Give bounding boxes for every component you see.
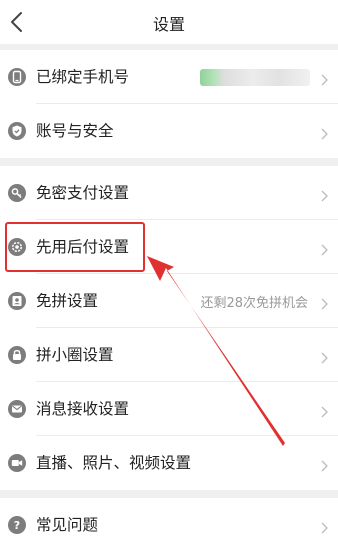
chevron-right-icon bbox=[321, 457, 328, 472]
free-group-row[interactable]: 免拼设置 还剩28次免拼机会 bbox=[0, 274, 338, 328]
message-receive-row[interactable]: 消息接收设置 bbox=[0, 382, 338, 436]
lock-icon bbox=[8, 346, 26, 364]
phone-icon bbox=[8, 68, 26, 86]
password-free-pay-row[interactable]: 免密支付设置 bbox=[0, 166, 338, 220]
bound-phone-label: 已绑定手机号 bbox=[36, 68, 130, 86]
masked-phone-number bbox=[200, 69, 310, 86]
faq-label: 常见问题 bbox=[36, 516, 99, 534]
page-title: 设置 bbox=[152, 15, 185, 34]
chevron-right-icon bbox=[321, 241, 328, 256]
small-circle-label: 拼小圈设置 bbox=[36, 346, 114, 364]
password-free-pay-label: 免密支付设置 bbox=[36, 184, 130, 202]
chevron-right-icon bbox=[321, 71, 328, 86]
key-icon bbox=[8, 184, 26, 202]
free-group-label: 免拼设置 bbox=[36, 292, 99, 310]
shield-icon bbox=[8, 122, 26, 140]
chevron-right-icon bbox=[321, 295, 328, 310]
free-group-remaining-text: 还剩28次免拼机会 bbox=[200, 296, 308, 311]
account-group: 已绑定手机号 账号与安全 bbox=[0, 50, 338, 158]
account-security-row[interactable]: 账号与安全 bbox=[0, 104, 338, 158]
bound-phone-row[interactable]: 已绑定手机号 bbox=[0, 50, 338, 104]
header-bar: 设置 bbox=[0, 0, 338, 44]
video-icon bbox=[8, 454, 26, 472]
live-photo-video-row[interactable]: 直播、照片、视频设置 bbox=[0, 436, 338, 490]
chevron-right-icon bbox=[321, 519, 328, 534]
chevron-right-icon bbox=[321, 349, 328, 364]
small-circle-row[interactable]: 拼小圈设置 bbox=[0, 328, 338, 382]
group-icon bbox=[8, 292, 26, 310]
svg-text:?: ? bbox=[14, 519, 20, 532]
message-icon bbox=[8, 400, 26, 418]
highlight-box bbox=[5, 222, 145, 272]
message-receive-label: 消息接收设置 bbox=[36, 400, 130, 418]
chevron-right-icon bbox=[321, 403, 328, 418]
account-security-label: 账号与安全 bbox=[36, 122, 114, 140]
chevron-right-icon bbox=[321, 187, 328, 202]
live-photo-video-label: 直播、照片、视频设置 bbox=[36, 454, 192, 472]
chevron-right-icon bbox=[321, 125, 328, 140]
question-icon: ? bbox=[8, 516, 26, 534]
faq-row[interactable]: ? 常见问题 bbox=[0, 498, 338, 544]
settings-group: 免密支付设置 先用后付设置 免拼设置 还剩28次免拼机会 拼小圈设置 消息接收设… bbox=[0, 166, 338, 490]
help-group: ? 常见问题 bbox=[0, 498, 338, 544]
